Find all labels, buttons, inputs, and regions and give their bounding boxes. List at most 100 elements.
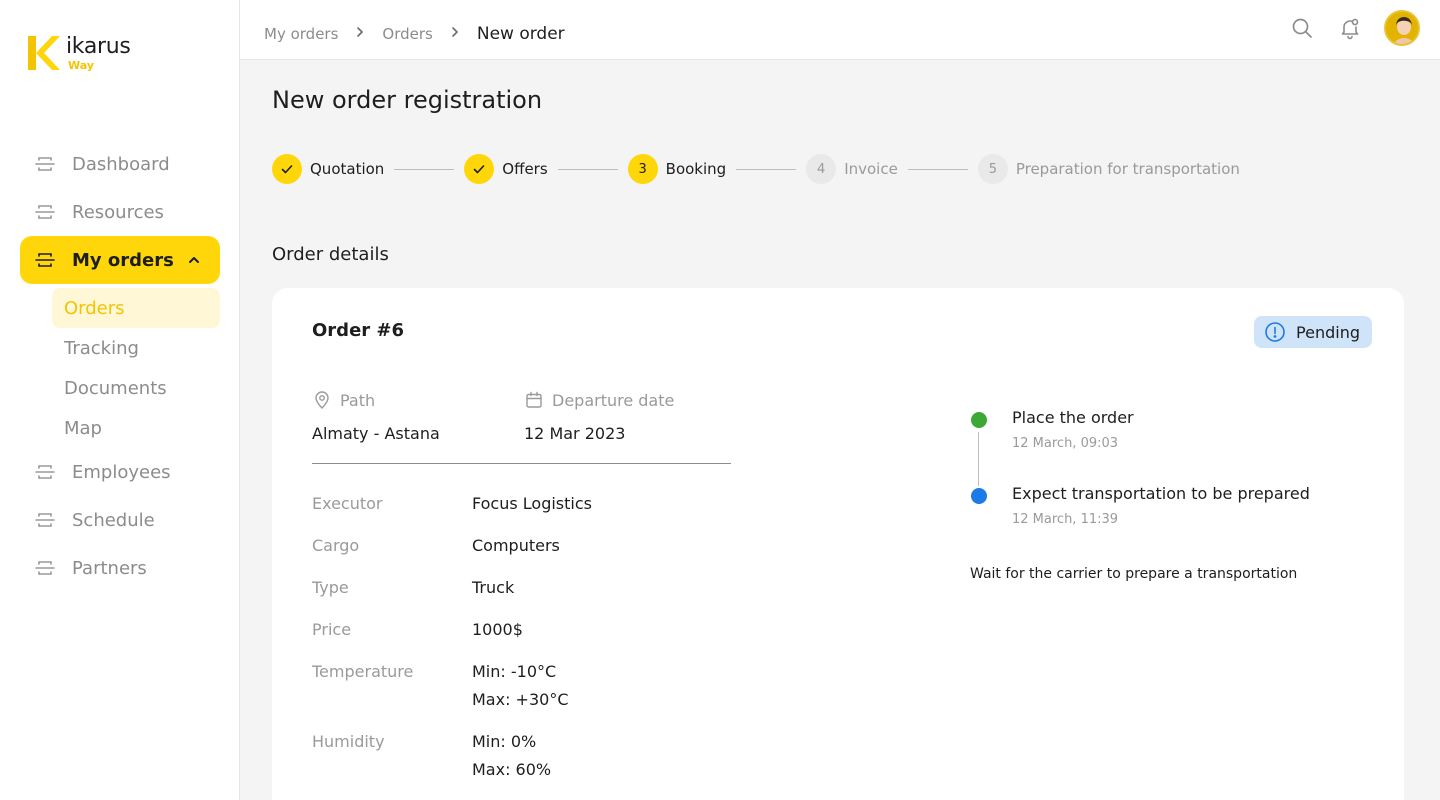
- breadcrumb-orders[interactable]: Orders: [382, 25, 432, 43]
- departure-label: Departure date: [552, 390, 675, 410]
- brand-sub: Way: [68, 59, 94, 72]
- list-icon: [33, 460, 57, 484]
- list-icon: [33, 200, 57, 224]
- sidebar-item-schedule[interactable]: Schedule: [20, 496, 220, 544]
- timeline-item: Expect transportation to be prepared 12 …: [970, 482, 1370, 558]
- chevron-up-icon[interactable]: [184, 250, 204, 270]
- sidebar-subitem-documents[interactable]: Documents: [52, 368, 220, 408]
- sidebar-item-employees[interactable]: Employees: [20, 448, 220, 496]
- detail-value: Min: -10°C: [472, 662, 557, 681]
- check-icon: [272, 154, 302, 184]
- timeline-item: Place the order 12 March, 09:03: [970, 406, 1370, 486]
- calendar-icon: [524, 390, 544, 410]
- sidebar-item-dashboard[interactable]: Dashboard: [20, 140, 220, 188]
- header-actions: [1288, 10, 1420, 46]
- detail-row-type: Type Truck: [312, 576, 592, 602]
- timeline-title: Expect transportation to be prepared: [1012, 484, 1310, 503]
- path-label: Path: [340, 390, 376, 410]
- section-title: Order details: [272, 244, 389, 265]
- order-card: Order #6 Pending Path Almaty - Astana De…: [272, 288, 1404, 800]
- sidebar-item-label: My orders: [72, 249, 174, 271]
- step-number: 5: [977, 154, 1008, 184]
- sidebar-nav: Dashboard Resources My orders Orders Tra…: [20, 140, 220, 592]
- sidebar-item-my-orders[interactable]: My orders: [20, 236, 220, 284]
- path-value: Almaty - Astana: [312, 424, 440, 443]
- step-number: 3: [627, 154, 658, 184]
- detail-key: Executor: [312, 494, 383, 513]
- sidebar-item-resources[interactable]: Resources: [20, 188, 220, 236]
- step-connector: [394, 168, 455, 170]
- brand-logo[interactable]: ikarus Way: [26, 34, 131, 72]
- breadcrumb: My orders Orders New order: [264, 0, 565, 68]
- step-number: 4: [806, 154, 837, 184]
- timeline-title: Place the order: [1012, 408, 1134, 427]
- status-dot-green: [971, 412, 987, 428]
- location-pin-icon: [312, 390, 332, 410]
- order-meta: Path Almaty - Astana Departure date 12 M…: [312, 388, 731, 464]
- step-label: Preparation for transportation: [1015, 160, 1240, 178]
- step-invoice[interactable]: 4 Invoice: [806, 154, 898, 184]
- search-icon[interactable]: [1288, 14, 1316, 42]
- status-badge-label: Pending: [1296, 322, 1360, 342]
- chevron-right-icon: [451, 26, 459, 42]
- timeline-time: 12 March, 09:03: [1012, 436, 1119, 451]
- detail-key: Type: [312, 578, 349, 597]
- sidebar-subitem-orders[interactable]: Orders: [52, 288, 220, 328]
- breadcrumb-my-orders[interactable]: My orders: [264, 25, 338, 43]
- detail-key: Humidity: [312, 732, 385, 751]
- detail-key: Cargo: [312, 536, 360, 555]
- detail-value: Focus Logistics: [472, 494, 592, 513]
- detail-key: Temperature: [312, 662, 414, 681]
- detail-value: Truck: [472, 578, 515, 597]
- sidebar-subitem-map[interactable]: Map: [52, 408, 220, 448]
- step-quotation[interactable]: Quotation: [272, 154, 384, 184]
- timeline-connector: [978, 432, 979, 486]
- progress-stepper: Quotation Offers 3 Booking 4 Invoice 5 P…: [272, 153, 1240, 185]
- my-orders-submenu: Orders Tracking Documents Map: [20, 284, 220, 448]
- step-booking[interactable]: 3 Booking: [627, 154, 726, 184]
- step-offers[interactable]: Offers: [464, 154, 548, 184]
- detail-row-price: Price 1000$: [312, 618, 592, 644]
- sidebar-item-partners[interactable]: Partners: [20, 544, 220, 592]
- list-icon: [33, 248, 57, 272]
- detail-row-humidity: Humidity Min: 0% Max: 60%: [312, 730, 592, 784]
- check-icon: [464, 154, 495, 184]
- step-preparation[interactable]: 5 Preparation for transportation: [977, 154, 1240, 184]
- sidebar-item-label: Resources: [72, 201, 164, 223]
- sidebar-subitem-tracking[interactable]: Tracking: [52, 328, 220, 368]
- brand-name: ikarus: [66, 34, 131, 59]
- order-timeline: Place the order 12 March, 09:03 Expect t…: [970, 406, 1370, 582]
- order-details-list: Executor Focus Logistics Cargo Computers…: [312, 492, 592, 800]
- step-connector: [557, 168, 618, 170]
- top-bar: My orders Orders New order: [240, 0, 1440, 60]
- sidebar-item-label: Employees: [72, 461, 171, 483]
- detail-key: Price: [312, 620, 352, 639]
- breadcrumb-current: New order: [476, 24, 565, 44]
- detail-value: Max: 60%: [472, 760, 552, 779]
- bell-icon[interactable]: [1336, 14, 1364, 42]
- list-icon: [33, 152, 57, 176]
- page-title: New order registration: [272, 86, 543, 114]
- list-icon: [33, 556, 57, 580]
- sidebar-item-label: Schedule: [72, 509, 155, 531]
- logo-mark-icon: [26, 34, 62, 72]
- step-label: Quotation: [310, 160, 385, 178]
- step-connector: [907, 168, 968, 170]
- detail-row-cargo: Cargo Computers: [312, 534, 592, 560]
- sidebar-item-label: Partners: [72, 557, 147, 579]
- avatar[interactable]: [1384, 10, 1420, 46]
- step-connector: [736, 168, 797, 170]
- sidebar-item-label: Dashboard: [72, 153, 170, 175]
- status-dot-blue: [971, 488, 987, 504]
- path-field: Path Almaty - Astana: [312, 388, 440, 444]
- sidebar: ikarus Way Dashboard Resources My orders: [0, 0, 240, 800]
- detail-row-executor: Executor Focus Logistics: [312, 492, 592, 518]
- info-icon: [1264, 321, 1286, 343]
- step-label: Offers: [502, 160, 548, 178]
- status-badge: Pending: [1254, 316, 1372, 348]
- detail-value: Max: +30°C: [472, 690, 569, 709]
- timeline-note: Wait for the carrier to prepare a transp…: [970, 566, 1298, 582]
- timeline-time: 12 March, 11:39: [1012, 512, 1119, 527]
- detail-value: Min: 0%: [472, 732, 537, 751]
- chevron-right-icon: [356, 26, 364, 42]
